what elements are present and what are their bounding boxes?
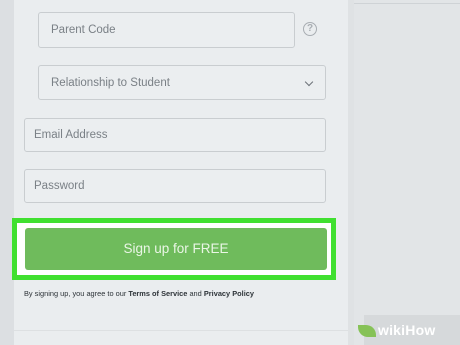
password-placeholder: Password: [34, 180, 85, 192]
right-panel-rule: [354, 0, 460, 4]
chevron-down-icon: [304, 77, 314, 87]
legal-text: By signing up, you agree to our Terms of…: [24, 289, 254, 298]
wikihow-watermark: wikiHow: [358, 315, 460, 345]
divider: [14, 330, 348, 331]
logo-wiki: wiki: [378, 322, 406, 338]
left-margin: [0, 0, 14, 345]
help-icon[interactable]: ?: [303, 22, 317, 36]
password-field[interactable]: Password: [24, 169, 326, 203]
email-field[interactable]: Email Address: [24, 118, 326, 152]
signup-button[interactable]: Sign up for FREE: [25, 228, 327, 270]
relationship-placeholder: Relationship to Student: [51, 76, 170, 89]
parent-code-input[interactable]: Parent Code: [38, 12, 295, 48]
legal-and: and: [187, 289, 204, 298]
terms-of-service-link[interactable]: Terms of Service: [128, 289, 187, 298]
right-panel: [354, 0, 460, 345]
privacy-policy-link[interactable]: Privacy Policy: [204, 289, 254, 298]
relationship-select[interactable]: Relationship to Student: [38, 65, 326, 100]
email-placeholder: Email Address: [34, 129, 108, 141]
logo-how: How: [405, 322, 436, 338]
wikihow-logo: wikiHow: [378, 322, 435, 338]
parent-code-placeholder: Parent Code: [51, 24, 116, 36]
legal-prefix: By signing up, you agree to our: [24, 289, 129, 298]
